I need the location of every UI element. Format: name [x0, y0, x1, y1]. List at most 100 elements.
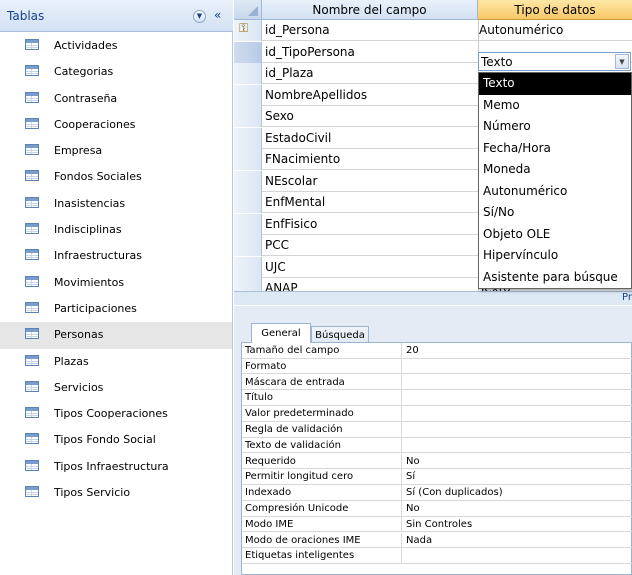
column-header-field-name[interactable]: Nombre del campo [262, 0, 478, 20]
collapse-pane-icon[interactable]: « [214, 8, 221, 22]
field-name-cell[interactable]: NEscolar [265, 174, 317, 188]
nav-item-label[interactable]: Indisciplinas [54, 223, 122, 236]
nav-item-label[interactable]: Contraseña [54, 92, 117, 105]
row-selector[interactable] [234, 192, 262, 213]
nav-item-table[interactable]: Contraseña [0, 86, 232, 112]
nav-item-table[interactable]: Personas [0, 322, 232, 349]
row-selector[interactable] [234, 63, 262, 84]
nav-item-table[interactable]: Tipos Servicio [0, 480, 232, 506]
property-value[interactable] [403, 359, 406, 375]
data-type-option[interactable]: Hipervínculo [479, 245, 631, 267]
field-name-cell[interactable]: PCC [265, 238, 289, 252]
data-type-combobox[interactable]: Texto ▼ [478, 52, 631, 71]
property-value[interactable] [403, 375, 406, 391]
property-value[interactable] [403, 390, 406, 406]
nav-item-label[interactable]: Empresa [54, 144, 102, 157]
nav-item-table[interactable]: Tipos Infraestructura [0, 454, 232, 480]
field-name-cell[interactable]: NombreApellidos [265, 88, 367, 102]
row-selector[interactable] [234, 106, 262, 127]
nav-item-label[interactable]: Personas [54, 328, 103, 341]
row-selector[interactable] [234, 170, 262, 192]
tab-lookup[interactable]: Búsqueda [311, 326, 369, 343]
nav-item-table[interactable]: Categorias [0, 59, 232, 85]
property-value[interactable]: Sí (Con duplicados) [403, 485, 503, 501]
nav-item-table[interactable]: Inasistencias [0, 191, 232, 217]
data-type-option[interactable]: Sí/No [479, 202, 631, 224]
nav-item-label[interactable]: Servicios [54, 381, 103, 394]
row-selector[interactable] [234, 127, 262, 149]
row-selector[interactable] [234, 84, 262, 106]
nav-item-table[interactable]: Infraestructuras [0, 243, 232, 269]
data-type-combobox-value[interactable]: Texto [481, 55, 513, 69]
data-type-option[interactable]: Asistente para búsque [479, 267, 631, 289]
field-name-cell[interactable]: id_TipoPersona [265, 45, 355, 59]
nav-item-table[interactable]: Actividades [0, 33, 232, 59]
data-type-option[interactable]: Texto [479, 73, 631, 95]
row-selector[interactable] [234, 235, 262, 256]
nav-item-label[interactable]: Tipos Fondo Social [54, 433, 156, 446]
row-selector[interactable]: ⚿ [234, 20, 262, 41]
data-type-option[interactable]: Objeto OLE [479, 224, 631, 246]
data-type-option[interactable]: Moneda [479, 159, 631, 181]
field-row[interactable]: ⚿ id_Persona Autonumérico [234, 20, 632, 41]
nav-item-label[interactable]: Inasistencias [54, 197, 125, 210]
property-value[interactable] [403, 438, 406, 454]
property-value[interactable]: No [403, 501, 420, 517]
field-name-cell[interactable]: EnfMental [265, 195, 325, 209]
property-row[interactable]: Texto de validación [242, 437, 632, 454]
nav-item-table[interactable]: Empresa [0, 138, 232, 164]
nav-item-table[interactable]: Indisciplinas [0, 217, 232, 243]
property-value[interactable]: No [403, 454, 420, 470]
property-row[interactable]: Regla de validación [242, 422, 632, 438]
nav-pane-header[interactable]: Tablas ▼ « [0, 0, 233, 32]
row-selector[interactable] [234, 41, 262, 63]
property-value[interactable]: Nada [403, 533, 432, 549]
data-type-option[interactable]: Fecha/Hora [479, 138, 631, 160]
property-row[interactable]: Máscara de entrada [242, 374, 632, 391]
nav-item-label[interactable]: Fondos Sociales [54, 170, 142, 183]
property-row[interactable]: Modo IME Sin Controles [242, 516, 632, 533]
property-value[interactable]: Sí [403, 469, 415, 485]
nav-item-table[interactable]: Cooperaciones [0, 112, 232, 138]
property-row[interactable]: Compresión Unicode No [242, 501, 632, 517]
field-name-cell[interactable]: EnfFisico [265, 217, 317, 231]
chevron-down-icon[interactable]: ▼ [193, 10, 206, 23]
nav-item-label[interactable]: Plazas [54, 355, 89, 368]
field-name-cell[interactable]: id_Persona [265, 23, 330, 37]
nav-item-label[interactable]: Participaciones [54, 302, 137, 315]
nav-item-table[interactable]: Fondos Sociales [0, 164, 232, 190]
field-name-cell[interactable]: EstadoCivil [265, 131, 331, 145]
select-all-corner[interactable] [234, 0, 262, 20]
row-selector[interactable] [234, 149, 262, 170]
nav-item-label[interactable]: Tipos Cooperaciones [54, 407, 168, 420]
property-row[interactable]: Valor predeterminado [242, 406, 632, 422]
field-name-cell[interactable]: Sexo [265, 109, 294, 123]
property-value[interactable] [403, 422, 406, 438]
property-value[interactable]: 20 [403, 343, 419, 359]
property-value[interactable] [403, 548, 406, 564]
nav-item-label[interactable]: Tipos Servicio [54, 486, 130, 499]
property-row[interactable]: Tamaño del campo 20 [242, 343, 632, 359]
data-type-option[interactable]: Número [479, 116, 631, 138]
nav-item-label[interactable]: Cooperaciones [54, 118, 135, 131]
nav-item-label[interactable]: Categorias [54, 65, 113, 78]
nav-item-label[interactable]: Actividades [54, 39, 118, 52]
property-row[interactable]: Permitir longitud cero Sí [242, 469, 632, 485]
property-row[interactable]: Indexado Sí (Con duplicados) [242, 485, 632, 501]
field-name-cell[interactable]: FNacimiento [265, 152, 340, 166]
property-row[interactable]: Formato [242, 358, 632, 375]
data-type-option[interactable]: Memo [479, 95, 631, 117]
property-value[interactable]: Sin Controles [403, 517, 472, 533]
row-selector[interactable] [234, 256, 262, 278]
property-row[interactable]: Título [242, 390, 632, 406]
nav-item-table[interactable]: Servicios [0, 375, 232, 401]
field-name-cell[interactable]: UJC [265, 260, 286, 274]
field-name-cell[interactable]: id_Plaza [265, 66, 314, 80]
nav-item-table[interactable]: Movimientos [0, 270, 232, 296]
nav-item-table[interactable]: Tipos Cooperaciones [0, 401, 232, 427]
property-row[interactable]: Etiquetas inteligentes [242, 548, 632, 564]
tab-general[interactable]: General [251, 323, 311, 343]
nav-item-label[interactable]: Infraestructuras [54, 249, 142, 262]
property-row[interactable]: Modo de oraciones IME Nada [242, 532, 632, 549]
nav-item-label[interactable]: Movimientos [54, 276, 124, 289]
